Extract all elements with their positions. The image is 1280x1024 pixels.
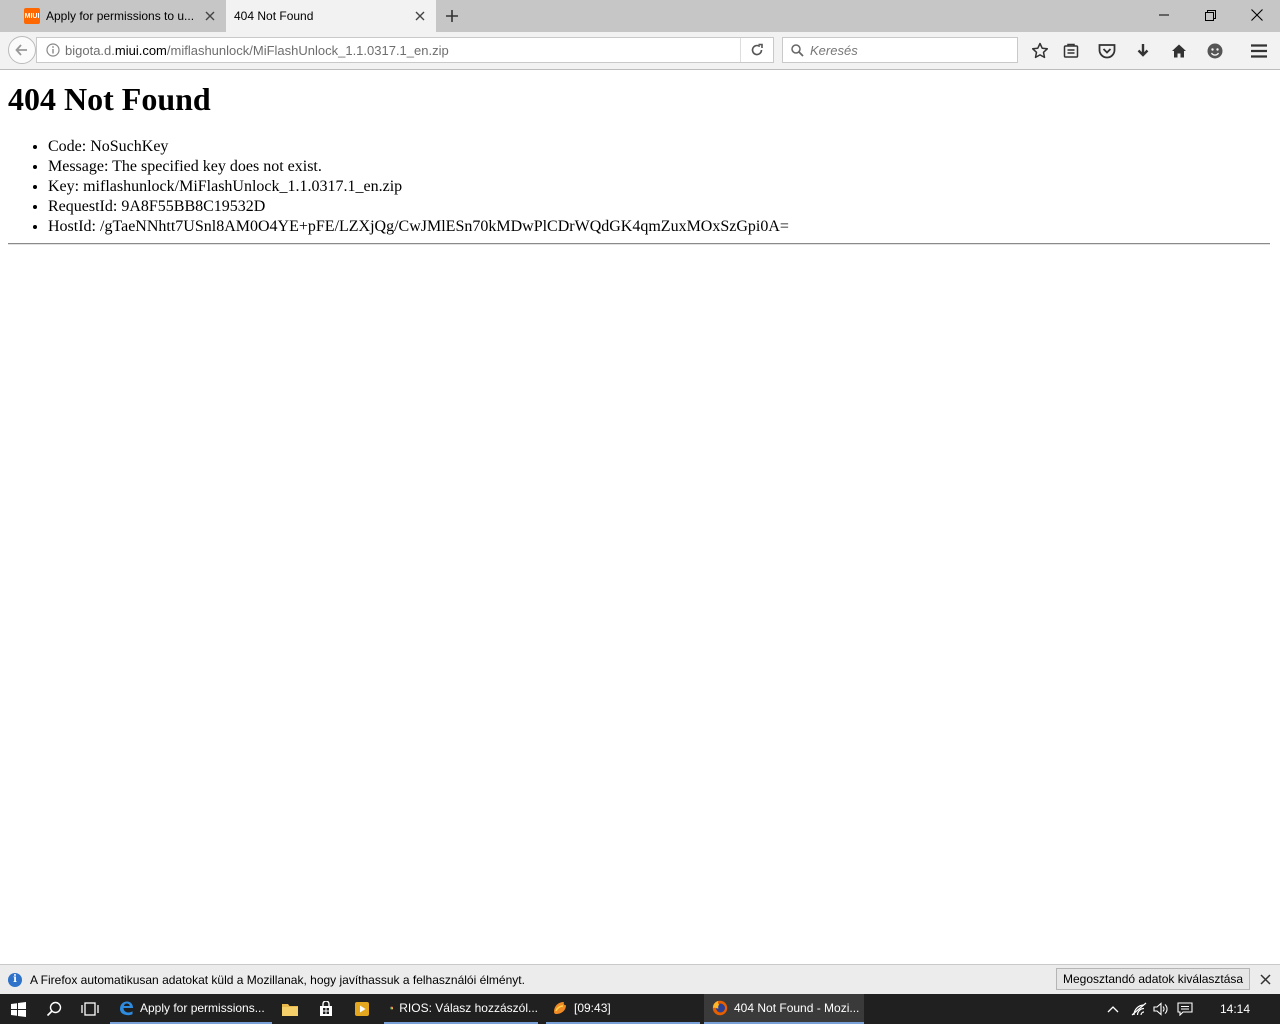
taskbar-item-edge[interactable]: Apply for permissions... [110, 994, 272, 1024]
list-item-code: Code: NoSuchKey [48, 137, 789, 157]
taskbar-item-label: RIOS: Válasz hozzászól... [399, 1001, 538, 1015]
store-icon[interactable] [308, 994, 344, 1024]
start-windows-icon[interactable] [0, 994, 36, 1024]
chevron-up-icon[interactable] [1102, 994, 1124, 1024]
pocket-icon[interactable] [1095, 39, 1119, 63]
volume-icon[interactable] [1150, 994, 1172, 1024]
chrome-icon [390, 1006, 394, 1010]
list-item-host-id: HostId: /gTaeNNhtt7USnl8AM0O4YE+pFE/LZXj… [48, 217, 789, 237]
search-bar[interactable]: Keresés [782, 37, 1018, 63]
page-title: 404 Not Found [8, 81, 211, 117]
close-window-icon[interactable] [1234, 0, 1280, 30]
miui-favicon-icon: MIUI [24, 8, 40, 24]
hamburger-menu-icon[interactable] [1247, 39, 1271, 63]
url-text[interactable]: bigota.d.miui.com/miflashunlock/MiFlashU… [65, 43, 449, 58]
taskbar-item-label: Apply for permissions... [140, 1001, 265, 1015]
navigation-toolbar: bigota.d.miui.com/miflashunlock/MiFlashU… [0, 32, 1280, 70]
url-domain: miui.com [114, 42, 167, 58]
list-item-request-id: RequestId: 9A8F55BB8C19532D [48, 197, 789, 217]
url-bar[interactable]: bigota.d.miui.com/miflashunlock/MiFlashU… [36, 37, 774, 63]
search-icon [791, 43, 804, 57]
choose-data-button[interactable]: Megosztandó adatok kiválasztása [1056, 968, 1251, 990]
minimize-icon[interactable] [1141, 0, 1187, 30]
wifi-icon[interactable] [1128, 994, 1150, 1024]
site-info-icon[interactable] [41, 43, 65, 57]
restore-icon[interactable] [1187, 0, 1233, 30]
chat-client-icon [554, 1002, 566, 1014]
file-explorer-icon[interactable] [272, 994, 308, 1024]
notification-bar: i A Firefox automatikusan adatokat küld … [0, 964, 1280, 994]
error-details-list: Code: NoSuchKey Message: The specified k… [8, 137, 789, 237]
close-notification-icon[interactable] [1258, 972, 1272, 986]
tab-title: 404 Not Found [234, 9, 314, 23]
tab-404-not-found[interactable]: 404 Not Found [226, 0, 436, 32]
taskbar-item-firefox[interactable]: 404 Not Found - Mozi... [704, 994, 864, 1024]
taskbar-item-chat[interactable]: [09:43] [546, 994, 700, 1024]
download-icon[interactable] [1131, 39, 1155, 63]
tab-title: Apply for permissions to u... [46, 9, 195, 23]
taskbar-item-chrome[interactable]: RIOS: Válasz hozzászól... [384, 994, 538, 1024]
search-icon[interactable] [36, 994, 72, 1024]
list-item-message: Message: The specified key does not exis… [48, 157, 789, 177]
action-center-icon[interactable] [1174, 994, 1196, 1024]
reload-icon[interactable] [740, 38, 773, 62]
url-path: /miflashunlock/MiFlashUnlock_1.1.0317.1_… [166, 42, 449, 58]
reading-list-icon[interactable] [1059, 39, 1083, 63]
bookmark-star-icon[interactable] [1028, 39, 1052, 63]
tab-strip: MIUI Apply for permissions to u... 404 N… [0, 0, 1280, 32]
clock[interactable]: 14:14 [1220, 994, 1250, 1024]
taskbar-item-label: 404 Not Found - Mozi... [734, 1001, 860, 1015]
new-tab-icon[interactable] [442, 6, 462, 26]
info-icon: i [8, 972, 22, 987]
divider [8, 243, 1270, 245]
home-icon[interactable] [1167, 39, 1191, 63]
back-arrow-icon [15, 44, 27, 56]
edge-icon [120, 1001, 133, 1016]
close-tab-icon[interactable] [202, 8, 218, 24]
firefox-icon [712, 1000, 728, 1016]
page-content: 404 Not Found Code: NoSuchKey Message: T… [0, 71, 1280, 964]
task-view-icon[interactable] [72, 994, 108, 1024]
notification-text: A Firefox automatikusan adatokat küld a … [30, 972, 525, 987]
close-tab-icon[interactable] [412, 8, 428, 24]
search-placeholder: Keresés [810, 42, 858, 58]
list-item-key: Key: miflashunlock/MiFlashUnlock_1.1.031… [48, 177, 789, 197]
url-prefix: bigota.d. [65, 42, 115, 58]
taskbar-item-label: [09:43] [574, 1001, 611, 1015]
hello-chat-icon[interactable] [1203, 39, 1227, 63]
tab-apply-permissions[interactable]: MIUI Apply for permissions to u... [14, 0, 226, 32]
taskbar: Apply for permissions... RIOS: Válasz ho… [0, 994, 1280, 1024]
media-player-icon[interactable] [344, 994, 380, 1024]
back-button[interactable] [8, 36, 36, 64]
